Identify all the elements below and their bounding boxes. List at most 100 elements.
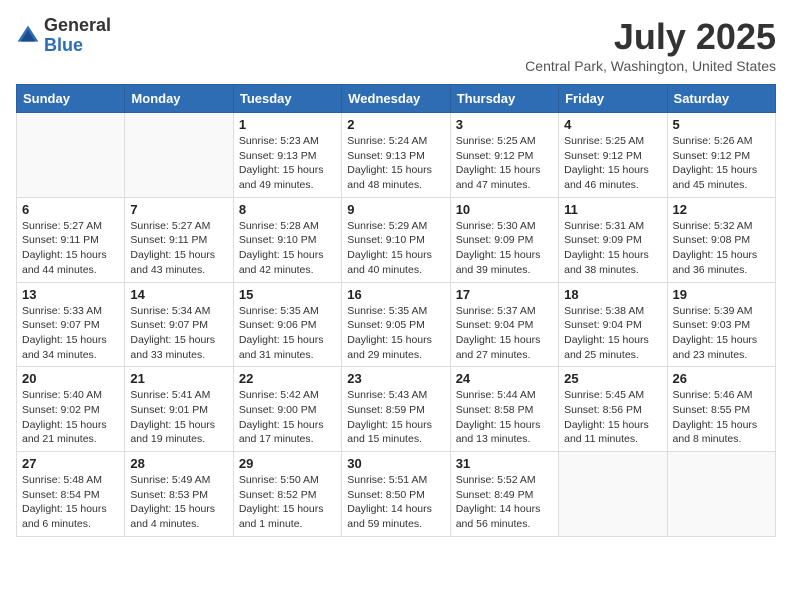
calendar-day-cell: 23Sunrise: 5:43 AM Sunset: 8:59 PM Dayli… xyxy=(342,367,450,452)
day-number: 31 xyxy=(456,456,553,471)
calendar-week-row: 1Sunrise: 5:23 AM Sunset: 9:13 PM Daylig… xyxy=(17,113,776,198)
calendar-day-cell: 21Sunrise: 5:41 AM Sunset: 9:01 PM Dayli… xyxy=(125,367,233,452)
calendar-day-cell: 4Sunrise: 5:25 AM Sunset: 9:12 PM Daylig… xyxy=(559,113,667,198)
calendar-day-cell: 1Sunrise: 5:23 AM Sunset: 9:13 PM Daylig… xyxy=(233,113,341,198)
calendar-day-cell: 14 Sunrise: 5:34 AM Sunset: 9:07 PM Dayli… xyxy=(125,282,233,367)
calendar-day-cell: 19 Sunrise: 5:39 AM Sunset: 9:03 PM Dayli… xyxy=(667,282,775,367)
day-number: 11 xyxy=(564,202,661,217)
day-number: 10 xyxy=(456,202,553,217)
calendar-day-cell: 22Sunrise: 5:42 AM Sunset: 9:00 PM Dayli… xyxy=(233,367,341,452)
calendar-day-cell: 20 Sunrise: 5:40 AM Sunset: 9:02 PM Dayli… xyxy=(17,367,125,452)
day-number: 26 xyxy=(673,371,770,386)
day-number: 20 xyxy=(22,371,119,386)
calendar-day-cell: 3 Sunrise: 5:25 AM Sunset: 9:12 PM Daylig… xyxy=(450,113,558,198)
day-number: 6 xyxy=(22,202,119,217)
calendar-day-cell: 16Sunrise: 5:35 AM Sunset: 9:05 PM Dayli… xyxy=(342,282,450,367)
day-number: 22 xyxy=(239,371,336,386)
day-number: 9 xyxy=(347,202,444,217)
calendar-day-cell: 2 Sunrise: 5:24 AM Sunset: 9:13 PM Daylig… xyxy=(342,113,450,198)
day-info: Sunrise: 5:26 AM Sunset: 9:12 PM Dayligh… xyxy=(673,134,770,193)
calendar-day-cell: 25Sunrise: 5:45 AM Sunset: 8:56 PM Dayli… xyxy=(559,367,667,452)
day-number: 27 xyxy=(22,456,119,471)
day-of-week-header: Saturday xyxy=(667,85,775,113)
day-number: 21 xyxy=(130,371,227,386)
logo-icon xyxy=(16,24,40,48)
logo-blue: Blue xyxy=(44,36,111,56)
day-number: 15 xyxy=(239,287,336,302)
day-info: Sunrise: 5:46 AM Sunset: 8:55 PM Dayligh… xyxy=(673,388,770,447)
day-info: Sunrise: 5:38 AM Sunset: 9:04 PM Dayligh… xyxy=(564,304,661,363)
day-number: 1 xyxy=(239,117,336,132)
calendar-day-cell: 13 Sunrise: 5:33 AM Sunset: 9:07 PM Dayli… xyxy=(17,282,125,367)
day-info: Sunrise: 5:33 AM Sunset: 9:07 PM Dayligh… xyxy=(22,304,119,363)
day-info: Sunrise: 5:50 AM Sunset: 8:52 PM Dayligh… xyxy=(239,473,336,532)
day-info: Sunrise: 5:44 AM Sunset: 8:58 PM Dayligh… xyxy=(456,388,553,447)
day-number: 2 xyxy=(347,117,444,132)
day-of-week-header: Thursday xyxy=(450,85,558,113)
page-header: General Blue July 2025 Central Park, Was… xyxy=(16,16,776,74)
day-info: Sunrise: 5:24 AM Sunset: 9:13 PM Dayligh… xyxy=(347,134,444,193)
day-of-week-header: Wednesday xyxy=(342,85,450,113)
calendar-week-row: 13 Sunrise: 5:33 AM Sunset: 9:07 PM Dayli… xyxy=(17,282,776,367)
day-of-week-header: Tuesday xyxy=(233,85,341,113)
calendar-day-cell: 18 Sunrise: 5:38 AM Sunset: 9:04 PM Dayli… xyxy=(559,282,667,367)
calendar-day-cell: 12Sunrise: 5:32 AM Sunset: 9:08 PM Dayli… xyxy=(667,197,775,282)
calendar-day-cell: 10 Sunrise: 5:30 AM Sunset: 9:09 PM Dayli… xyxy=(450,197,558,282)
day-number: 3 xyxy=(456,117,553,132)
day-info: Sunrise: 5:40 AM Sunset: 9:02 PM Dayligh… xyxy=(22,388,119,447)
day-info: Sunrise: 5:48 AM Sunset: 8:54 PM Dayligh… xyxy=(22,473,119,532)
calendar-day-cell: 11 Sunrise: 5:31 AM Sunset: 9:09 PM Dayli… xyxy=(559,197,667,282)
day-info: Sunrise: 5:25 AM Sunset: 9:12 PM Dayligh… xyxy=(564,134,661,193)
day-info: Sunrise: 5:52 AM Sunset: 8:49 PM Dayligh… xyxy=(456,473,553,532)
day-number: 19 xyxy=(673,287,770,302)
day-info: Sunrise: 5:43 AM Sunset: 8:59 PM Dayligh… xyxy=(347,388,444,447)
day-number: 16 xyxy=(347,287,444,302)
day-info: Sunrise: 5:31 AM Sunset: 9:09 PM Dayligh… xyxy=(564,219,661,278)
calendar-day-cell: 8 Sunrise: 5:28 AM Sunset: 9:10 PM Daylig… xyxy=(233,197,341,282)
day-of-week-header: Friday xyxy=(559,85,667,113)
day-info: Sunrise: 5:25 AM Sunset: 9:12 PM Dayligh… xyxy=(456,134,553,193)
calendar-day-cell: 30Sunrise: 5:51 AM Sunset: 8:50 PM Dayli… xyxy=(342,452,450,537)
day-info: Sunrise: 5:29 AM Sunset: 9:10 PM Dayligh… xyxy=(347,219,444,278)
calendar-day-cell: 5 Sunrise: 5:26 AM Sunset: 9:12 PM Daylig… xyxy=(667,113,775,198)
day-info: Sunrise: 5:39 AM Sunset: 9:03 PM Dayligh… xyxy=(673,304,770,363)
day-number: 24 xyxy=(456,371,553,386)
title-block: July 2025 Central Park, Washington, Unit… xyxy=(525,16,776,74)
calendar-day-cell xyxy=(17,113,125,198)
calendar-day-cell: 27 Sunrise: 5:48 AM Sunset: 8:54 PM Dayli… xyxy=(17,452,125,537)
calendar-day-cell: 6 Sunrise: 5:27 AM Sunset: 9:11 PM Daylig… xyxy=(17,197,125,282)
day-of-week-header: Monday xyxy=(125,85,233,113)
day-number: 12 xyxy=(673,202,770,217)
calendar-day-cell: 15 Sunrise: 5:35 AM Sunset: 9:06 PM Dayli… xyxy=(233,282,341,367)
calendar-week-row: 20 Sunrise: 5:40 AM Sunset: 9:02 PM Dayli… xyxy=(17,367,776,452)
day-number: 5 xyxy=(673,117,770,132)
day-number: 8 xyxy=(239,202,336,217)
calendar-day-cell: 24 Sunrise: 5:44 AM Sunset: 8:58 PM Dayli… xyxy=(450,367,558,452)
location: Central Park, Washington, United States xyxy=(525,58,776,74)
day-info: Sunrise: 5:30 AM Sunset: 9:09 PM Dayligh… xyxy=(456,219,553,278)
day-info: Sunrise: 5:51 AM Sunset: 8:50 PM Dayligh… xyxy=(347,473,444,532)
calendar: SundayMondayTuesdayWednesdayThursdayFrid… xyxy=(16,84,776,537)
calendar-day-cell xyxy=(667,452,775,537)
day-info: Sunrise: 5:45 AM Sunset: 8:56 PM Dayligh… xyxy=(564,388,661,447)
calendar-week-row: 27 Sunrise: 5:48 AM Sunset: 8:54 PM Dayli… xyxy=(17,452,776,537)
calendar-day-cell: 9 Sunrise: 5:29 AM Sunset: 9:10 PM Daylig… xyxy=(342,197,450,282)
day-of-week-header: Sunday xyxy=(17,85,125,113)
day-info: Sunrise: 5:27 AM Sunset: 9:11 PM Dayligh… xyxy=(22,219,119,278)
day-number: 18 xyxy=(564,287,661,302)
day-number: 14 xyxy=(130,287,227,302)
logo-text: General Blue xyxy=(44,16,111,56)
calendar-day-cell: 26 Sunrise: 5:46 AM Sunset: 8:55 PM Dayli… xyxy=(667,367,775,452)
day-number: 29 xyxy=(239,456,336,471)
calendar-day-cell: 29 Sunrise: 5:50 AM Sunset: 8:52 PM Dayli… xyxy=(233,452,341,537)
day-info: Sunrise: 5:34 AM Sunset: 9:07 PM Dayligh… xyxy=(130,304,227,363)
day-number: 7 xyxy=(130,202,227,217)
day-info: Sunrise: 5:28 AM Sunset: 9:10 PM Dayligh… xyxy=(239,219,336,278)
month-title: July 2025 xyxy=(525,16,776,58)
calendar-day-cell xyxy=(125,113,233,198)
calendar-week-row: 6 Sunrise: 5:27 AM Sunset: 9:11 PM Daylig… xyxy=(17,197,776,282)
day-number: 13 xyxy=(22,287,119,302)
day-info: Sunrise: 5:35 AM Sunset: 9:06 PM Dayligh… xyxy=(239,304,336,363)
calendar-day-cell xyxy=(559,452,667,537)
day-info: Sunrise: 5:27 AM Sunset: 9:11 PM Dayligh… xyxy=(130,219,227,278)
